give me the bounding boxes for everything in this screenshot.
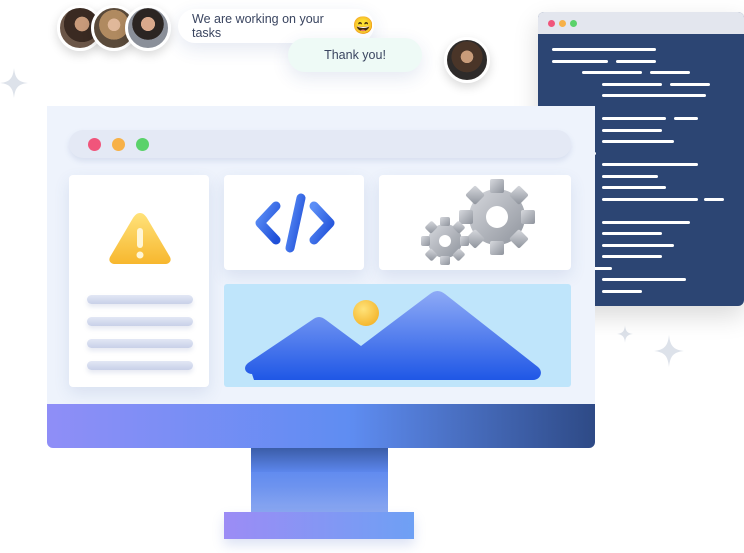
window-maximize-dot bbox=[570, 20, 577, 27]
image-icon bbox=[245, 291, 541, 380]
code-line bbox=[704, 197, 724, 201]
text-line bbox=[87, 339, 193, 348]
browser-toolbar bbox=[69, 130, 571, 158]
window-close-dot bbox=[548, 20, 555, 27]
code-card bbox=[224, 175, 364, 270]
image-card bbox=[224, 284, 571, 387]
code-line bbox=[602, 289, 642, 293]
code-line bbox=[602, 243, 674, 247]
monitor-screen bbox=[47, 106, 595, 406]
code-line bbox=[602, 197, 698, 201]
code-line bbox=[602, 163, 698, 166]
chat-message-outgoing: Thank you! bbox=[288, 38, 422, 72]
sparkle-icon bbox=[0, 68, 28, 98]
text-line bbox=[87, 317, 193, 326]
code-line bbox=[670, 82, 710, 86]
settings-card bbox=[379, 175, 571, 270]
gear-icon bbox=[421, 179, 535, 265]
monitor-stand-base bbox=[224, 512, 414, 539]
code-line bbox=[602, 220, 690, 224]
code-line bbox=[674, 117, 698, 120]
code-line bbox=[602, 82, 662, 86]
browser-close-dot bbox=[88, 138, 101, 151]
monitor-stand-shadow bbox=[251, 448, 388, 472]
text-line bbox=[87, 361, 193, 370]
code-line bbox=[552, 48, 656, 51]
code-line bbox=[602, 140, 674, 143]
code-line bbox=[552, 59, 608, 63]
browser-maximize-dot bbox=[136, 138, 149, 151]
code-line bbox=[602, 94, 706, 97]
code-line bbox=[616, 59, 656, 63]
browser-minimize-dot bbox=[112, 138, 125, 151]
window-minimize-dot bbox=[559, 20, 566, 27]
code-line bbox=[602, 232, 662, 235]
code-line bbox=[602, 255, 662, 258]
code-line bbox=[602, 174, 658, 178]
monitor-chin bbox=[47, 404, 595, 448]
sparkle-icon bbox=[617, 325, 633, 343]
code-line bbox=[602, 278, 686, 281]
avatar bbox=[444, 37, 490, 83]
code-icon bbox=[255, 193, 335, 253]
code-window-titlebar bbox=[538, 12, 744, 34]
code-line bbox=[602, 186, 666, 189]
smiley-emoji-icon: 😄 bbox=[352, 16, 374, 35]
warning-icon bbox=[109, 213, 171, 264]
alert-card bbox=[69, 175, 209, 387]
sparkle-icon bbox=[654, 334, 684, 368]
text-line bbox=[87, 295, 193, 304]
chat-message-text: We are working on your tasks bbox=[192, 12, 324, 40]
code-line bbox=[582, 71, 642, 74]
chat-message-text: Thank you! bbox=[324, 48, 386, 62]
code-line bbox=[602, 128, 662, 132]
code-line bbox=[650, 71, 690, 74]
code-line bbox=[602, 117, 666, 120]
avatar bbox=[125, 5, 171, 51]
